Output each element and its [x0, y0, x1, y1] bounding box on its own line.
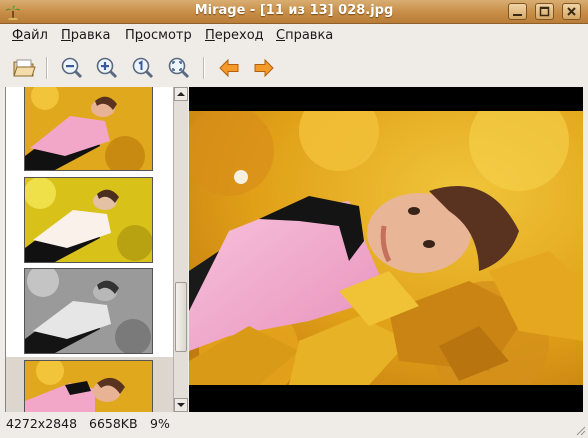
close-icon [567, 7, 576, 16]
menu-view-prefix: П [125, 28, 135, 43]
menu-bar: Файл Правка Просмотр Переход Справка [0, 24, 588, 48]
status-zoom: 9% [150, 416, 170, 431]
previous-image-button[interactable] [215, 54, 243, 82]
menu-file-label: айл [23, 28, 48, 43]
zoom-fit-icon [168, 57, 190, 79]
next-image-button[interactable] [250, 54, 278, 82]
menu-view-label: осмотр [143, 28, 192, 43]
menu-edit-mnemonic: П [61, 28, 71, 43]
menu-view-mnemonic: р [134, 28, 144, 43]
main-photo[interactable] [189, 111, 583, 385]
menu-edit[interactable]: Правка [61, 28, 110, 43]
open-button[interactable] [10, 54, 38, 82]
forward-arrow-icon [254, 58, 274, 78]
maximize-button[interactable] [535, 3, 554, 20]
zoom-out-button[interactable] [58, 54, 86, 82]
scroll-up-icon [177, 92, 185, 96]
minimize-button[interactable] [508, 3, 527, 20]
thumbnail-image[interactable] [24, 360, 153, 412]
menu-help-mnemonic: С [276, 28, 286, 43]
thumbnail-image[interactable] [24, 268, 153, 354]
menu-edit-label: равка [70, 28, 111, 43]
menu-file-mnemonic: Ф [12, 28, 24, 43]
thumbnail-item-selected[interactable] [6, 357, 174, 412]
menu-go-mnemonic: П [205, 28, 215, 43]
menu-go[interactable]: Переход [205, 28, 264, 43]
thumbnail-item[interactable] [6, 87, 174, 173]
status-bar: 4272x2848 6658KB 9% [0, 412, 588, 438]
image-viewer[interactable] [189, 87, 583, 412]
toolbar-separator [46, 57, 48, 79]
zoom-in-button[interactable] [93, 54, 121, 82]
menu-file[interactable]: Файл [12, 28, 48, 43]
toolbar [0, 49, 588, 87]
menu-go-label: ереход [214, 28, 264, 43]
thumbnail-item[interactable] [6, 177, 174, 265]
status-resolution: 4272x2848 [6, 416, 78, 431]
zoom-in-icon [96, 57, 118, 79]
thumbnail-item[interactable] [6, 268, 174, 356]
title-bar[interactable]: Mirage - [11 из 13] 028.jpg [0, 0, 588, 24]
window-title: Mirage - [11 из 13] 028.jpg [194, 3, 394, 18]
mirage-window: Mirage - [11 из 13] 028.jpg Файл Правка … [0, 0, 588, 438]
zoom-fit-button[interactable] [165, 54, 193, 82]
close-button[interactable] [562, 3, 581, 20]
toolbar-separator [203, 57, 205, 79]
scroll-down-icon [177, 403, 185, 407]
scroll-down-button[interactable] [174, 398, 188, 412]
scroll-up-button[interactable] [174, 87, 188, 101]
menu-help[interactable]: Справка [276, 28, 333, 43]
thumbnail-image[interactable] [24, 87, 153, 171]
zoom-out-icon [61, 57, 83, 79]
open-folder-icon [13, 59, 36, 77]
thumbnail-scrollbar[interactable] [173, 87, 188, 412]
thumbnail-image[interactable] [24, 177, 153, 263]
menu-view[interactable]: Просмотр [125, 28, 192, 43]
maximize-icon [539, 6, 550, 17]
thumbnail-pane[interactable] [5, 87, 174, 412]
zoom-1to1-button[interactable] [129, 54, 157, 82]
zoom-1to1-icon [132, 57, 154, 79]
minimize-icon [513, 14, 522, 16]
scrollbar-thumb[interactable] [175, 282, 187, 352]
resize-grip-icon[interactable] [574, 424, 586, 436]
back-arrow-icon [219, 58, 239, 78]
status-filesize: 6658KB [89, 416, 138, 431]
menu-help-label: правка [285, 28, 334, 43]
